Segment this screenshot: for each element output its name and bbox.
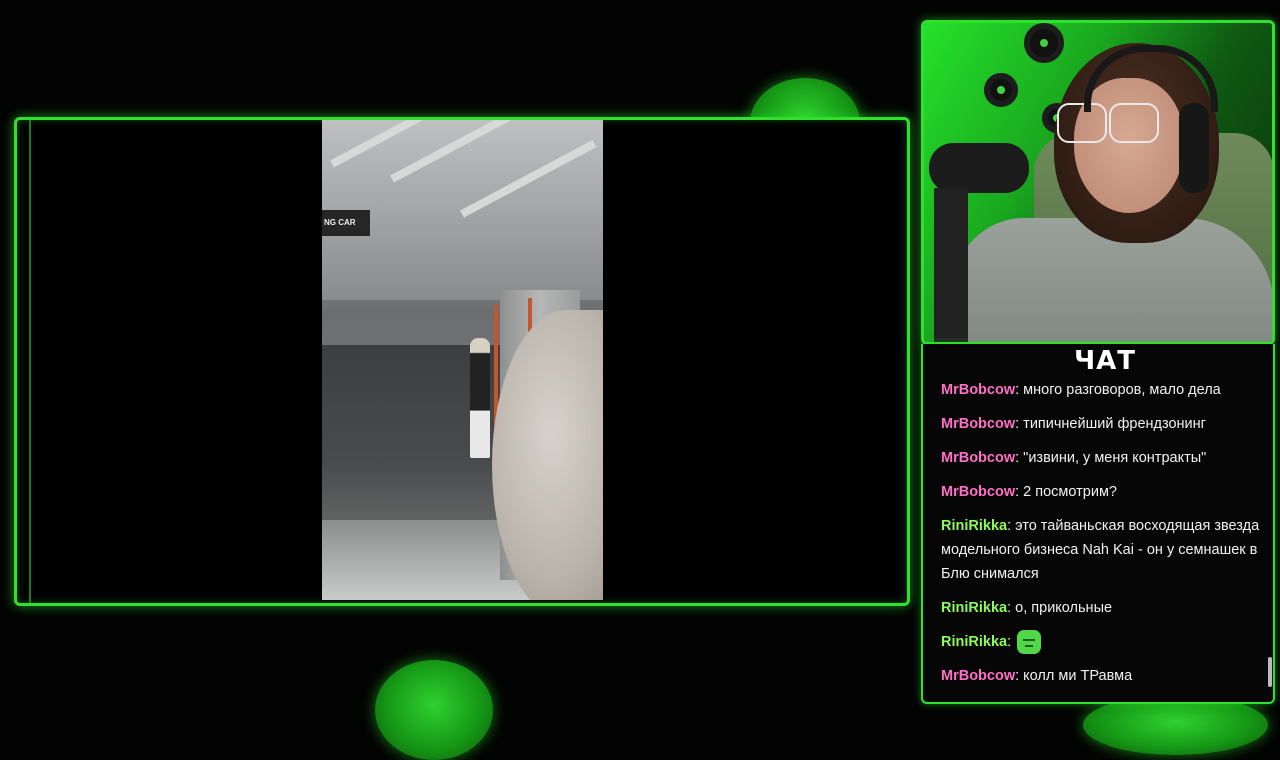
chat-message: RiniRikka: это тайваньская восходящая зв… — [941, 518, 1260, 582]
chat-text: колл ми ТРавма — [1023, 668, 1133, 685]
chat-username[interactable]: MrBobcow — [941, 416, 1015, 432]
webcam-frame — [921, 20, 1275, 345]
microphone-arm — [934, 188, 968, 342]
video-player[interactable]: NG CAR — [322, 120, 603, 600]
chat-title: ЧАТ — [1074, 346, 1136, 376]
glow-blob-bottom — [375, 660, 493, 760]
green-face-emote-icon — [1017, 630, 1042, 655]
chat-message: MrBobcow: колл ми ТРавма — [941, 668, 1133, 685]
chat-message: MrBobcow: много разговоров, мало дела — [941, 382, 1221, 398]
chat-username[interactable]: MrBobcow — [941, 484, 1015, 500]
chat-scrollbar[interactable] — [1268, 657, 1272, 687]
video-parking-sign: NG CAR — [322, 210, 370, 236]
chat-text: о, прикольные — [1015, 600, 1113, 616]
vinyl-record-icon — [984, 73, 1018, 107]
chat-username[interactable]: MrBobcow — [941, 450, 1015, 466]
chat-message-list[interactable]: MrBobcow: много разговоров, мало дела Mr… — [941, 378, 1261, 698]
chat-username[interactable]: MrBobcow — [941, 382, 1015, 398]
vinyl-record-icon — [1024, 23, 1064, 63]
chat-username[interactable]: RiniRikka — [941, 634, 1007, 650]
chat-username[interactable]: MrBobcow — [941, 668, 1015, 684]
microphone-icon — [929, 143, 1029, 193]
headphone-cup — [1179, 103, 1209, 193]
chat-message: RiniRikka: — [941, 630, 1261, 655]
chat-text: много разговоров, мало дела — [1023, 382, 1221, 398]
glow-blob-bottom-right — [1083, 695, 1268, 755]
chat-text: типичнейший френдзонинг — [1023, 416, 1206, 432]
frame-inner-line — [29, 120, 31, 603]
chat-username[interactable]: RiniRikka — [941, 518, 1007, 534]
chat-username[interactable]: RiniRikka — [941, 600, 1007, 616]
chat-message: MrBobcow: "извини, у меня контракты" — [941, 450, 1207, 466]
video-person — [470, 338, 490, 458]
chat-text: "извини, у меня контракты" — [1023, 450, 1207, 466]
chat-message: MrBobcow: типичнейший френдзонинг — [941, 416, 1206, 432]
chat-text: 2 посмотрим? — [1023, 484, 1117, 500]
chat-message: RiniRikka: о, прикольные — [941, 600, 1113, 616]
chat-message: MrBobcow: 2 посмотрим? — [941, 484, 1117, 500]
